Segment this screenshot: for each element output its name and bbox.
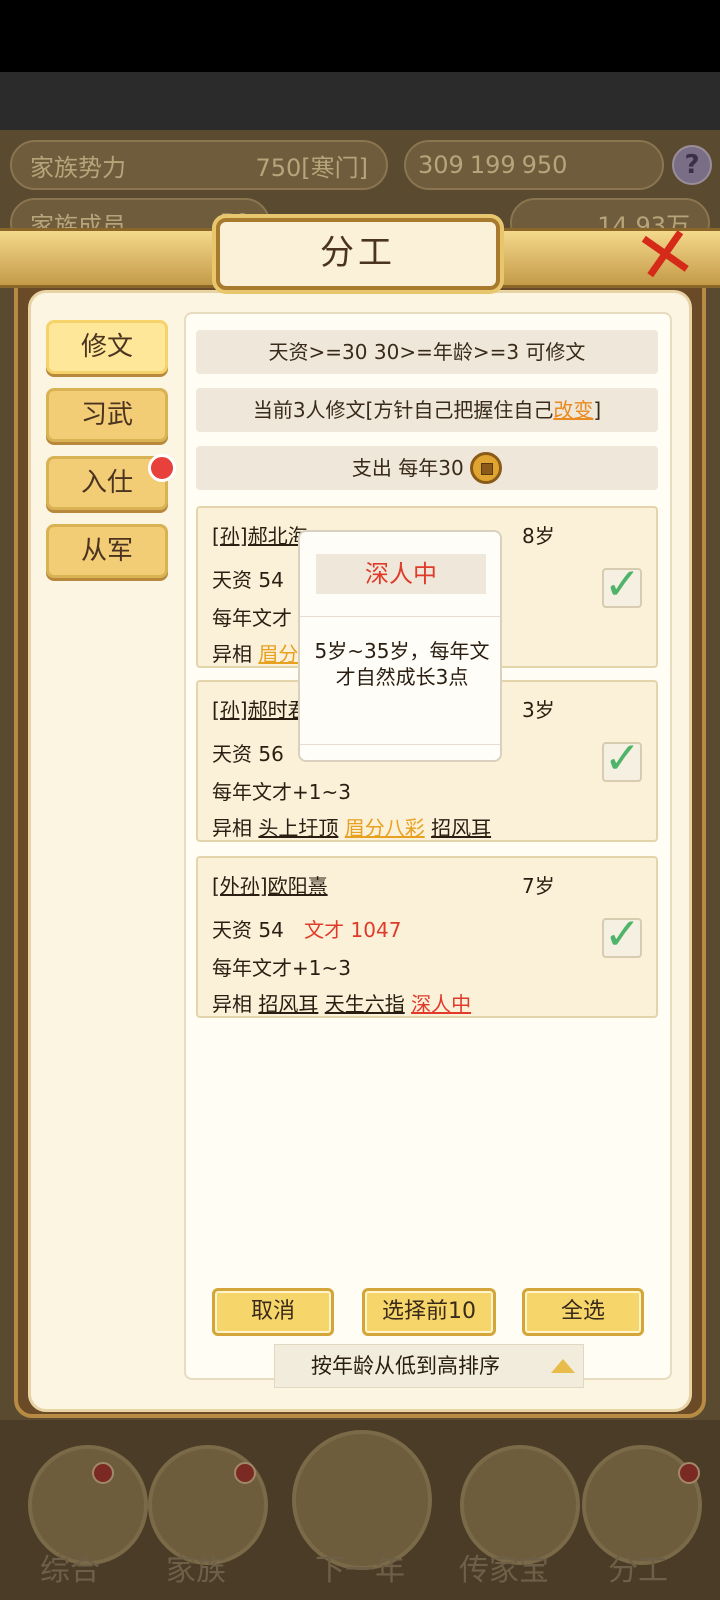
nav-notification-dot: [92, 1462, 114, 1484]
change-policy-link[interactable]: 改变: [553, 398, 593, 422]
triangle-up-icon: [551, 1359, 575, 1373]
tab-martial[interactable]: 习武: [46, 388, 168, 442]
trait-tag[interactable]: 深人中: [411, 992, 471, 1016]
member-aptitude: 天资 56: [212, 742, 284, 766]
member-growth: 每年文才+1~3: [212, 780, 351, 804]
resource-bar: 309 199 950: [404, 140, 664, 190]
member-aptitude: 天资 54: [212, 568, 284, 592]
nav-label-division: 分工: [608, 1553, 668, 1588]
select-checkbox[interactable]: ✓: [602, 910, 642, 960]
current-policy-suffix: ]: [593, 398, 602, 422]
member-aptitude: 天资 54: [212, 918, 284, 942]
member-name[interactable]: [孙]郝北海: [212, 524, 308, 548]
nav-notification-dot: [234, 1462, 256, 1484]
trait-label: 异相: [212, 816, 252, 840]
tooltip-title: 深人中: [316, 554, 486, 594]
clan-power-value: 750[寒门]: [255, 153, 368, 182]
trait-label: 异相: [212, 642, 252, 666]
member-age: 8岁: [522, 524, 555, 548]
current-policy-row: 当前3人修文[方针自己把握住自己改变]: [196, 388, 658, 432]
trait-label: 异相: [212, 992, 252, 1016]
requirement-text: 天资>=30 30>=年龄>=3 可修文: [268, 340, 586, 364]
trait-tag[interactable]: 眉分: [258, 642, 298, 666]
nav-notification-dot: [678, 1462, 700, 1484]
tab-military[interactable]: 从军: [46, 524, 168, 578]
top-strip: [0, 72, 720, 130]
resource-1: 309: [418, 151, 464, 179]
close-button[interactable]: ✕: [622, 208, 710, 302]
trait-tooltip: 深人中 5岁~35岁，每年文才自然成长3点: [298, 530, 502, 762]
select-all-button[interactable]: 全选: [522, 1288, 644, 1336]
member-card[interactable]: [外孙]欧阳熹 7岁 天资 54 文才 1047 每年文才+1~3 异相 招风耳…: [196, 856, 658, 1018]
cancel-button[interactable]: 取消: [212, 1288, 334, 1336]
nav-label-family: 家族: [166, 1553, 226, 1588]
member-growth: 每年文才+1~3: [212, 956, 351, 980]
select-checkbox[interactable]: ✓: [602, 560, 642, 610]
trait-tag[interactable]: 眉分八彩: [345, 816, 425, 840]
requirement-row: 天资>=30 30>=年龄>=3 可修文: [196, 330, 658, 374]
select-top10-button[interactable]: 选择前10: [362, 1288, 496, 1336]
resource-2: 199: [469, 151, 516, 179]
dialog-title: 分工: [216, 218, 500, 290]
trait-tag[interactable]: 头上圩顶: [258, 816, 338, 840]
clan-power-label: 家族势力: [30, 153, 126, 182]
trait-tag[interactable]: 招风耳: [431, 816, 491, 840]
member-talent: 文才 1047: [304, 918, 402, 942]
member-growth: 每年文才: [212, 606, 292, 630]
checkmark-icon: ✓: [604, 733, 641, 784]
sort-toggle[interactable]: 按年龄从低到高排序: [274, 1344, 584, 1388]
tooltip-body: 5岁~35岁，每年文才自然成长3点: [314, 639, 490, 689]
current-policy-text: 当前3人修文[方针自己把握住自己: [252, 398, 554, 422]
checkmark-icon: ✓: [604, 559, 641, 610]
tab-study[interactable]: 修文: [46, 320, 168, 374]
divider: [300, 744, 500, 745]
member-name[interactable]: [外孙]欧阳熹: [212, 874, 328, 898]
nav-label-next-year: 下一年: [315, 1553, 405, 1588]
clan-power-bar: 家族势力 750[寒门]: [10, 140, 388, 190]
divider: [300, 616, 500, 617]
member-age: 7岁: [522, 874, 555, 898]
nav-label-heirloom: 传家宝: [459, 1553, 549, 1588]
member-name[interactable]: [孙]郝时君: [212, 698, 308, 722]
status-bar: [0, 0, 720, 72]
resource-3: 950: [521, 151, 568, 179]
nav-label-overview: 综合: [40, 1553, 100, 1588]
member-age: 3岁: [522, 698, 555, 722]
trait-tag[interactable]: 天生六指: [325, 992, 405, 1016]
cost-row: 支出 每年30: [196, 446, 658, 490]
cost-text: 支出 每年30: [351, 456, 464, 480]
trait-tag[interactable]: 招风耳: [258, 992, 318, 1016]
select-checkbox[interactable]: ✓: [602, 734, 642, 784]
sort-label: 按年龄从低到高排序: [311, 1354, 500, 1378]
help-icon[interactable]: ?: [672, 145, 712, 185]
copper-coin-icon: [470, 451, 503, 484]
notification-dot: [148, 454, 176, 482]
checkmark-icon: ✓: [604, 909, 641, 960]
